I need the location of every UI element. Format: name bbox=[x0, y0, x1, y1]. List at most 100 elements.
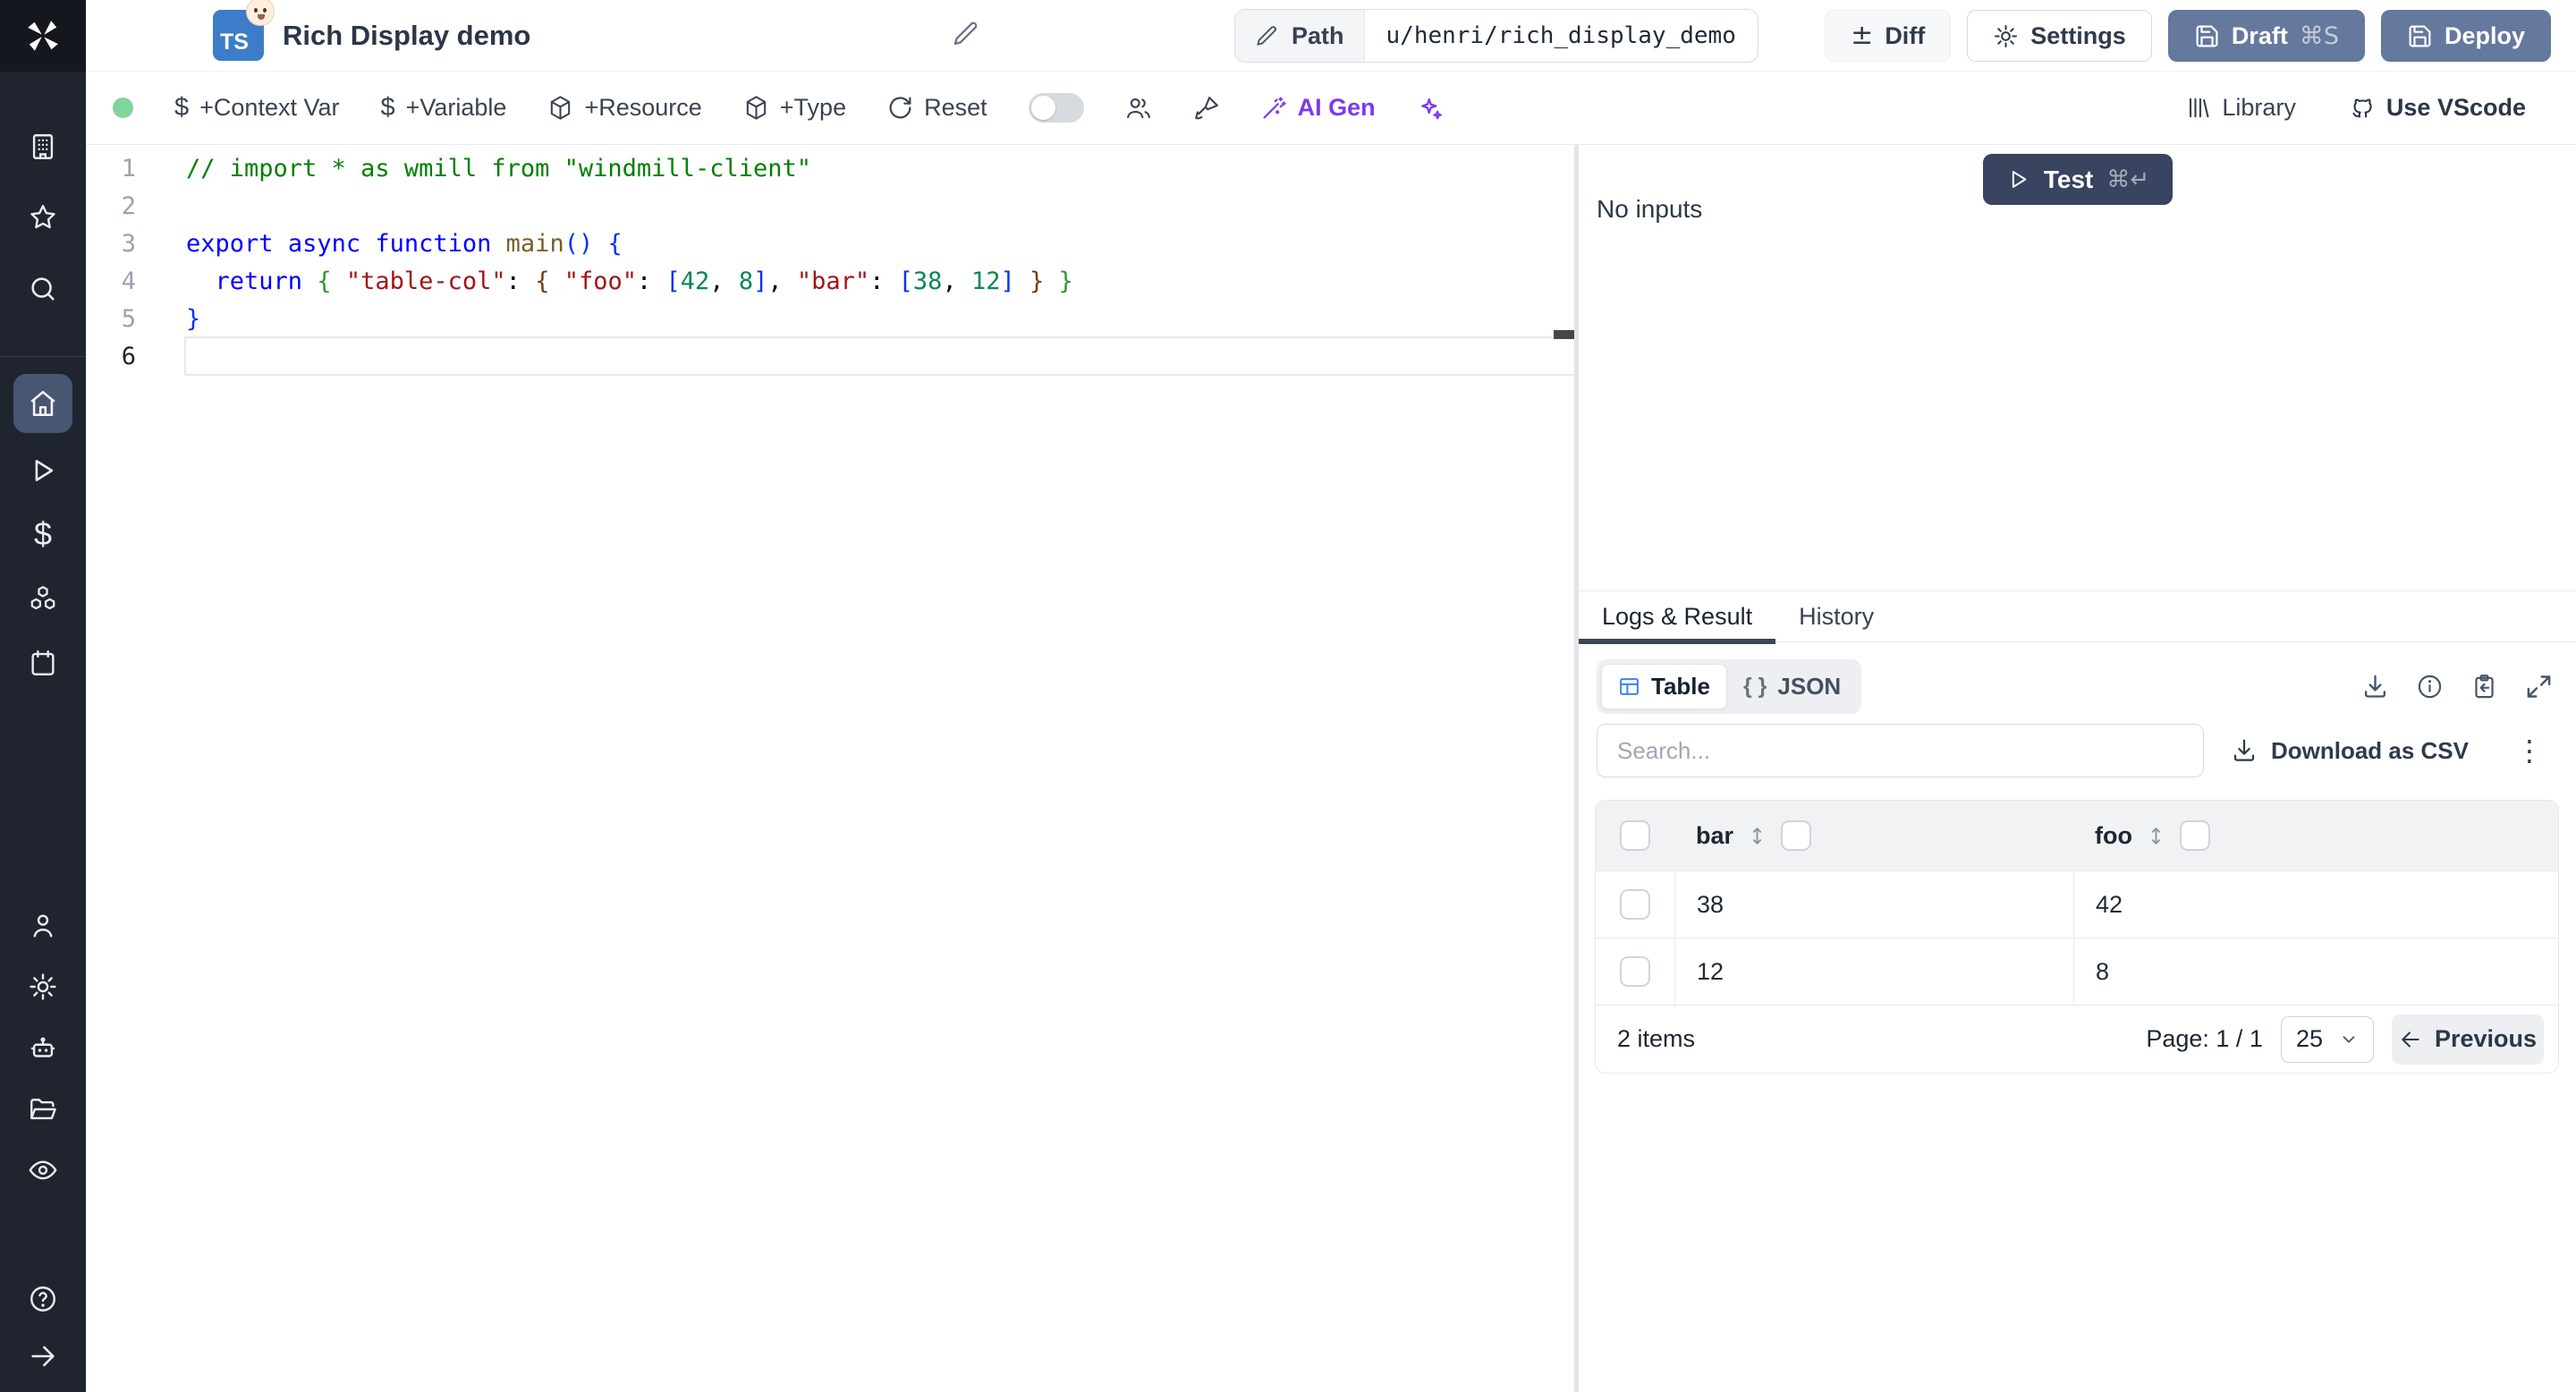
view-table-option[interactable]: Table bbox=[1601, 663, 1727, 709]
add-variable-button[interactable]: $ +Variable bbox=[380, 93, 506, 123]
cell-bar: 12 bbox=[1697, 957, 1724, 985]
reset-icon bbox=[889, 97, 911, 119]
use-vscode-label: Use VScode bbox=[2385, 94, 2526, 121]
page-indicator: Page: 1 / 1 bbox=[2146, 1025, 2263, 1052]
header-actions: ± Diff Settings Draft ⌘S Deploy bbox=[1825, 10, 2551, 62]
test-button[interactable]: Test ⌘↵ bbox=[1983, 154, 2173, 205]
expand-icon[interactable] bbox=[2525, 673, 2553, 700]
toolbar-right-group: Library Use VScode bbox=[2185, 94, 2549, 122]
dollar-icon: $ bbox=[174, 93, 190, 122]
sidebar-item-home[interactable] bbox=[13, 374, 72, 433]
draft-button-label: Draft bbox=[2231, 21, 2288, 49]
copy-result-icon[interactable] bbox=[2470, 673, 2498, 700]
diff-button[interactable]: ± Diff bbox=[1825, 10, 1952, 62]
pencil-icon bbox=[1257, 25, 1276, 46]
edit-summary-button[interactable] bbox=[952, 20, 980, 48]
sort-icon[interactable] bbox=[2145, 825, 2167, 847]
reset-button[interactable]: Reset bbox=[887, 94, 987, 122]
ai-sparkles-button[interactable] bbox=[1417, 95, 1444, 122]
sidebar-item-runs[interactable] bbox=[0, 453, 86, 488]
code-line[interactable]: } bbox=[186, 301, 1574, 338]
windmill-logo[interactable] bbox=[0, 0, 86, 72]
library-button[interactable]: Library bbox=[2185, 94, 2296, 122]
sidebar-item-help[interactable] bbox=[0, 1281, 86, 1317]
deploy-button[interactable]: Deploy bbox=[2380, 10, 2551, 62]
package-icon bbox=[551, 96, 571, 120]
library-label: Library bbox=[2222, 94, 2296, 121]
column-filter-checkbox-bar[interactable] bbox=[1781, 820, 1812, 851]
user-icon bbox=[33, 914, 53, 938]
sidebar-item-audit-logs[interactable] bbox=[0, 1152, 86, 1188]
line-number: 6 bbox=[121, 343, 136, 370]
assistant-toggle[interactable] bbox=[1028, 93, 1084, 123]
download-icon[interactable] bbox=[2361, 673, 2389, 700]
code-line[interactable]: export async function main() { bbox=[186, 225, 1574, 263]
code-line[interactable] bbox=[186, 338, 1574, 376]
collaborators-button[interactable] bbox=[1125, 95, 1152, 122]
sidebar-item-variables[interactable]: $ bbox=[0, 515, 86, 552]
sidebar-item-expand[interactable] bbox=[0, 1338, 86, 1374]
view-json-label: JSON bbox=[1777, 672, 1842, 700]
sidebar-item-favorites[interactable] bbox=[0, 199, 86, 235]
result-tabs: Logs & Result History bbox=[1579, 590, 2576, 644]
sidebar-item-workers[interactable] bbox=[0, 1031, 86, 1066]
add-variable-label: +Variable bbox=[405, 94, 507, 121]
emoji-badge-icon bbox=[246, 0, 275, 26]
sort-icon[interactable] bbox=[1746, 825, 1768, 847]
sidebar-item-folders[interactable] bbox=[0, 1091, 86, 1127]
line-number: 1 bbox=[121, 155, 136, 182]
use-vscode-button[interactable]: Use VScode bbox=[2350, 94, 2526, 122]
code-editor[interactable]: 1 2 3 4 5 6 // import * as wmill from "windmi… bbox=[86, 145, 1646, 1392]
code-lines[interactable]: // import * as wmill from "windmill-clie… bbox=[186, 150, 1574, 376]
search-input[interactable] bbox=[1597, 724, 2204, 777]
download-csv-button[interactable]: Download as CSV bbox=[2231, 737, 2469, 765]
select-all-checkbox[interactable] bbox=[1620, 820, 1650, 851]
cell-foo: 42 bbox=[2096, 890, 2123, 918]
add-type-label: +Type bbox=[779, 94, 847, 121]
result-controls: Table { } JSON bbox=[1579, 658, 2576, 714]
sidebar-item-users[interactable] bbox=[0, 908, 86, 944]
ai-gen-label: AI Gen bbox=[1297, 94, 1376, 121]
settings-button[interactable]: Settings bbox=[1967, 10, 2152, 62]
view-json-option[interactable]: { } JSON bbox=[1727, 665, 1857, 709]
sidebar-item-settings[interactable] bbox=[0, 969, 86, 1005]
tab-logs-result[interactable]: Logs & Result bbox=[1579, 591, 1776, 644]
dollar-icon: $ bbox=[380, 93, 395, 122]
page-size-select[interactable]: 25 bbox=[2280, 1015, 2374, 1063]
add-resource-label: +Resource bbox=[584, 94, 702, 121]
code-line[interactable] bbox=[186, 188, 1574, 225]
star-icon bbox=[30, 205, 55, 229]
code-line[interactable]: // import * as wmill from "windmill-clie… bbox=[186, 150, 1574, 188]
ai-gen-button[interactable]: AI Gen bbox=[1261, 94, 1376, 122]
previous-page-button[interactable]: Previous bbox=[2392, 1014, 2544, 1065]
row-checkbox[interactable] bbox=[1620, 956, 1650, 987]
previous-page-label: Previous bbox=[2434, 1025, 2538, 1052]
info-icon[interactable] bbox=[2416, 673, 2444, 700]
column-filter-checkbox-foo[interactable] bbox=[2179, 820, 2210, 851]
chevron-down-icon bbox=[2343, 1035, 2355, 1043]
draft-button[interactable]: Draft ⌘S bbox=[2167, 10, 2365, 62]
toolbar-left-group: $ +Context Var $ +Variable +Resource +Ty… bbox=[113, 93, 1444, 123]
row-checkbox[interactable] bbox=[1620, 889, 1650, 920]
column-header-foo[interactable]: foo bbox=[2095, 822, 2132, 850]
table-row: 12 8 bbox=[1596, 938, 2558, 1005]
add-resource-button[interactable]: +Resource bbox=[547, 94, 702, 122]
help-circle-icon bbox=[30, 1286, 55, 1311]
package-icon bbox=[746, 96, 766, 120]
sidebar-item-workspace[interactable] bbox=[0, 129, 86, 165]
sidebar-item-resources[interactable] bbox=[0, 581, 86, 616]
path-field[interactable]: Path u/henri/rich_display_demo bbox=[1234, 9, 1758, 63]
add-context-var-button[interactable]: $ +Context Var bbox=[174, 93, 339, 123]
code-line[interactable]: return { "table-col": { "foo": [42, 8], … bbox=[186, 263, 1574, 301]
tab-history[interactable]: History bbox=[1775, 591, 1897, 641]
table-menu-button[interactable]: ⋮ bbox=[2515, 736, 2544, 765]
sidebar-item-schedules[interactable] bbox=[0, 645, 86, 681]
column-header-bar[interactable]: bar bbox=[1696, 822, 1733, 850]
reset-label: Reset bbox=[924, 94, 987, 121]
add-type-button[interactable]: +Type bbox=[743, 94, 846, 122]
save-icon bbox=[2409, 25, 2431, 47]
sidebar-item-search[interactable] bbox=[0, 271, 86, 307]
dollar-icon: $ bbox=[33, 515, 53, 552]
format-code-button[interactable] bbox=[1193, 95, 1220, 122]
download-icon bbox=[2233, 739, 2255, 761]
